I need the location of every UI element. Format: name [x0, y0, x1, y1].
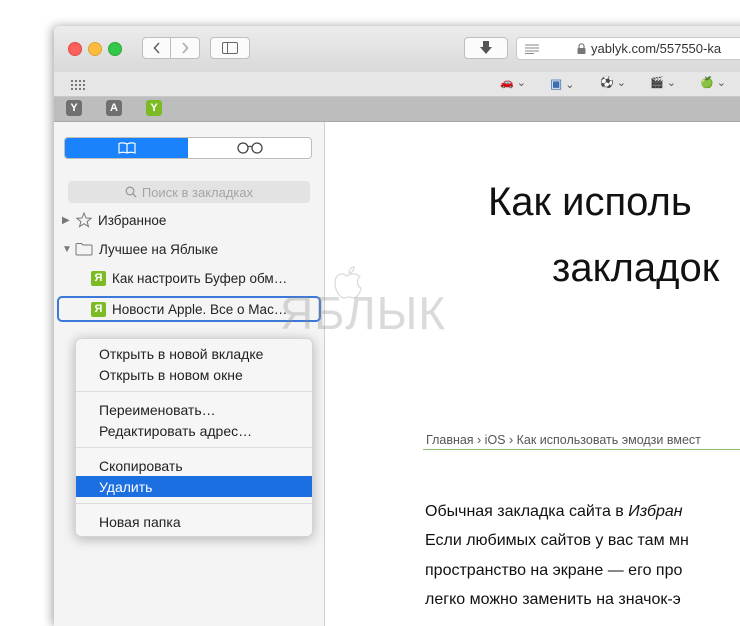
back-button[interactable] [142, 37, 171, 59]
fav-car[interactable]: 🚗 ⌄ [500, 76, 526, 89]
disclosure-right-icon[interactable]: ▶ [62, 215, 74, 226]
menu-item-delete[interactable]: Удалить [76, 476, 312, 497]
menu-item-copy[interactable]: Скопировать [76, 455, 312, 476]
zoom-window-button[interactable] [108, 42, 122, 56]
article-title-line-1: Как исполь [488, 180, 692, 224]
sidebar-item-label: Лучшее на Яблыке [99, 241, 219, 257]
sidebar-icon [222, 42, 238, 54]
article-paragraph-line-3: пространство на экране — его про [425, 562, 683, 579]
paragraph-text: Обычная закладка сайта в [425, 503, 629, 520]
bookmark-item[interactable]: Я Как настроить Буфер обм… [91, 266, 287, 290]
apple-logo-icon [334, 266, 362, 299]
watermark: ЯБЛЫК [280, 266, 447, 340]
chevron-left-icon [152, 42, 160, 54]
download-icon [480, 41, 492, 54]
sidebar-item-favorites[interactable]: ▶ Избранное [62, 208, 166, 232]
toolbar: yablyk.com/557550-ka [54, 26, 740, 73]
fav-apple[interactable]: 🍏 ⌄ [700, 76, 726, 89]
article-paragraph-line-2: Если любимых сайтов у вас там мн [425, 532, 689, 549]
chevron-down-icon: ⌄ [616, 77, 626, 89]
pinned-tab-2[interactable]: A [106, 100, 122, 116]
search-icon [125, 186, 137, 198]
menu-item-edit-address[interactable]: Редактировать адрес… [76, 420, 312, 441]
breadcrumb-underline [423, 449, 740, 450]
sidebar-item-label: Избранное [98, 212, 167, 228]
sidebar-folder-best[interactable]: ▼ Лучшее на Яблыке [62, 237, 218, 261]
chevron-down-icon: ⌄ [716, 77, 726, 89]
pinned-tab-1[interactable]: Y [66, 100, 82, 116]
book-icon [117, 142, 136, 154]
tab-reading-list[interactable] [188, 138, 311, 158]
address-bar[interactable]: yablyk.com/557550-ka [516, 37, 740, 60]
star-icon [76, 212, 92, 228]
football-icon: ⚽ [600, 77, 614, 89]
bookmarks-search-field[interactable]: Поиск в закладках [68, 181, 310, 203]
app-icon: ▣ [550, 76, 563, 91]
article-paragraph-line-4: легко можно заменить на значок-э [425, 591, 681, 608]
clapper-icon: 🎬 [650, 77, 664, 89]
tab-bookmarks[interactable] [65, 138, 188, 158]
menu-separator [76, 503, 312, 504]
menu-separator [76, 447, 312, 448]
car-icon: 🚗 [500, 77, 514, 89]
bookmark-label: Как настроить Буфер обм… [112, 270, 288, 286]
menu-separator [76, 391, 312, 392]
context-menu: Открыть в новой вкладке Открыть в новом … [75, 338, 313, 537]
search-placeholder: Поиск в закладках [141, 184, 254, 200]
chevron-down-icon: ⌄ [666, 77, 676, 89]
bookmark-label: Новости Apple. Все о Mac… [112, 301, 288, 317]
close-window-button[interactable] [68, 42, 82, 56]
minimize-window-button[interactable] [88, 42, 102, 56]
fav-football[interactable]: ⚽ ⌄ [600, 76, 626, 89]
watermark-text: ЯБЛЫК [280, 287, 447, 339]
disclosure-down-icon[interactable]: ▼ [62, 244, 74, 255]
menu-item-open-new-tab[interactable]: Открыть в новой вкладке [76, 343, 312, 364]
menu-item-rename[interactable]: Переименовать… [76, 399, 312, 420]
downloads-button[interactable] [464, 37, 508, 59]
forward-button[interactable] [171, 37, 200, 59]
menu-item-new-folder[interactable]: Новая папка [76, 511, 312, 532]
article-paragraph-line-1: Обычная закладка сайта в Избран [425, 503, 683, 521]
pinned-tabs-bar: Y A Y [54, 97, 740, 122]
url-text: yablyk.com/557550-ka [591, 41, 722, 56]
apple-icon: 🍏 [700, 77, 714, 89]
reader-icon[interactable] [525, 44, 539, 54]
yablyk-favicon-icon: Я [91, 270, 106, 286]
grid-icon[interactable] [70, 78, 86, 96]
nav-buttons [142, 37, 200, 59]
web-content: Как исполь закладок Главная › iOS › Как … [326, 122, 740, 626]
menu-item-open-new-window[interactable]: Открыть в новом окне [76, 364, 312, 385]
breadcrumb[interactable]: Главная › iOS › Как использовать эмодзи … [426, 433, 701, 447]
sidebar-toggle-button[interactable] [210, 37, 250, 59]
article-title-line-2: закладок [552, 246, 720, 290]
lock-icon [577, 43, 586, 54]
chevron-down-icon: ⌄ [565, 78, 575, 91]
favorites-bar: 🚗 ⌄ ▣ ⌄ ⚽ ⌄ 🎬 ⌄ 🍏 ⌄ [54, 72, 740, 97]
yablyk-favicon-icon: Я [91, 301, 106, 317]
fav-clapper[interactable]: 🎬 ⌄ [650, 76, 676, 89]
chevron-down-icon: ⌄ [516, 77, 526, 89]
glasses-icon [236, 142, 263, 154]
pinned-tab-3[interactable]: Y [146, 100, 162, 116]
fav-app[interactable]: ▣ ⌄ [550, 76, 575, 92]
folder-icon [75, 243, 93, 256]
chevron-right-icon [182, 42, 189, 54]
sidebar-segmented-control [64, 137, 312, 159]
bookmark-item-selected[interactable]: Я Новости Apple. Все о Mac… [91, 297, 287, 321]
paragraph-italic: Избран [628, 503, 683, 520]
